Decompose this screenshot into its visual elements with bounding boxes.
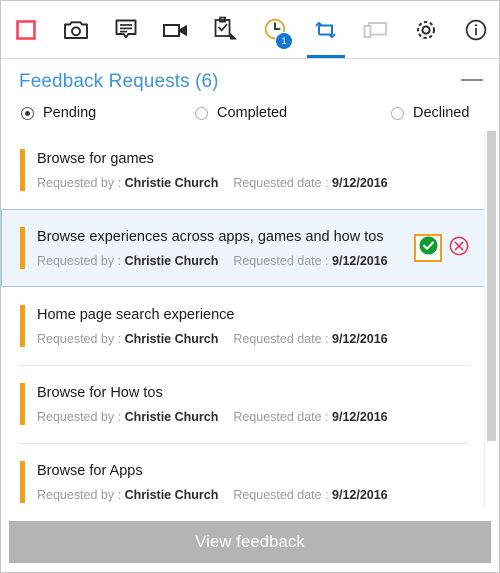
toolbar-group-testing: 1 <box>201 1 351 58</box>
stop-recording-button[interactable] <box>1 1 51 58</box>
list-scrollbar[interactable] <box>484 131 498 508</box>
request-title: Browse for Apps <box>37 462 143 479</box>
list-item-body: Browse experiences across apps, games an… <box>37 229 414 268</box>
accept-request-button[interactable] <box>414 234 442 262</box>
accent-bar-icon <box>20 227 25 269</box>
pending-count-badge: 1 <box>275 32 293 50</box>
gear-icon <box>413 17 439 43</box>
toolbar-group-settings <box>351 1 451 58</box>
requested-date-value: 9/12/2016 <box>332 331 388 346</box>
scrollbar-thumb[interactable] <box>487 131 496 441</box>
test-case-button[interactable] <box>201 1 251 58</box>
requested-date-label: Requested date : <box>233 331 329 346</box>
filter-declined[interactable]: Declined <box>391 105 469 121</box>
requested-by-label: Requested by : <box>37 175 122 190</box>
view-feedback-button[interactable]: View feedback <box>9 521 491 563</box>
feedback-requests-tab[interactable] <box>301 1 351 58</box>
video-camera-icon <box>162 20 190 40</box>
status-filter-group: Pending Completed Declined <box>19 105 483 121</box>
requested-date-value: 9/12/2016 <box>332 409 388 424</box>
list-item[interactable]: Browse for games Requested by : Christie… <box>1 131 485 209</box>
screenshot-button[interactable] <box>51 1 101 58</box>
toolbar: 1 <box>1 1 499 59</box>
filter-completed-label: Completed <box>217 105 288 121</box>
request-meta: Requested by : Christie Church Requested… <box>37 176 474 190</box>
request-title: Home page search experience <box>37 306 235 323</box>
filter-pending-label: Pending <box>43 105 97 121</box>
radio-pending-icon <box>21 106 34 120</box>
comment-icon <box>114 18 138 42</box>
requested-date-value: 9/12/2016 <box>332 487 388 502</box>
camera-icon <box>63 19 89 41</box>
sync-arrows-icon <box>313 18 339 42</box>
feedback-requests-window: 1 Feedback Requests (6) Pending Complete… <box>0 0 500 573</box>
toolbar-group-capture <box>51 1 201 58</box>
panel-header: Feedback Requests (6) Pending Completed … <box>1 59 499 121</box>
request-title: Browse for How tos <box>37 384 163 401</box>
list-item-actions <box>414 234 474 262</box>
accent-bar-icon <box>20 383 25 425</box>
request-meta: Requested by : Christie Church Requested… <box>37 410 474 424</box>
pending-items-button[interactable]: 1 <box>251 1 301 58</box>
filter-declined-label: Declined <box>413 105 470 121</box>
info-button[interactable] <box>451 1 499 58</box>
filter-pending[interactable]: Pending <box>21 105 195 121</box>
info-icon <box>463 17 489 43</box>
check-circle-icon <box>419 236 438 260</box>
requested-by-label: Requested by : <box>37 331 122 346</box>
list-item-body: Browse for Apps Requested by : Christie … <box>37 463 474 502</box>
accent-bar-icon <box>20 461 25 503</box>
record-video-button[interactable] <box>151 1 201 58</box>
toolbar-group-stop <box>1 1 51 58</box>
accent-bar-icon <box>20 149 25 191</box>
page-title: Feedback Requests (6) <box>19 71 219 92</box>
requested-date-label: Requested date : <box>233 487 329 502</box>
requested-by-value: Christie Church <box>124 409 219 424</box>
list-item[interactable]: Home page search experience Requested by… <box>1 287 485 365</box>
accent-bar-icon <box>20 305 25 347</box>
requested-date-value: 9/12/2016 <box>332 175 388 190</box>
request-title: Browse for games <box>37 150 154 167</box>
stop-recording-icon <box>15 19 37 41</box>
request-meta: Requested by : Christie Church Requested… <box>37 254 414 268</box>
request-meta: Requested by : Christie Church Requested… <box>37 488 474 502</box>
comment-button[interactable] <box>101 1 151 58</box>
requested-by-value: Christie Church <box>124 487 219 502</box>
request-title: Browse experiences across apps, games an… <box>37 228 384 245</box>
radio-completed-icon <box>195 106 208 120</box>
filter-completed[interactable]: Completed <box>195 105 391 121</box>
devices-button[interactable] <box>351 1 401 58</box>
requested-date-value: 9/12/2016 <box>332 253 388 268</box>
list-item[interactable]: Browse experiences across apps, games an… <box>1 209 485 287</box>
toolbar-group-info <box>451 1 499 58</box>
close-circle-icon <box>449 236 469 261</box>
requested-by-value: Christie Church <box>124 253 219 268</box>
requested-by-label: Requested by : <box>37 409 122 424</box>
requested-date-label: Requested date : <box>233 175 329 190</box>
requested-by-label: Requested by : <box>37 253 122 268</box>
list-item[interactable]: Browse for How tos Requested by : Christ… <box>1 365 485 443</box>
settings-button[interactable] <box>401 1 451 58</box>
clipboard-check-icon <box>211 15 241 45</box>
requested-date-label: Requested date : <box>233 253 329 268</box>
list-item-body: Browse for How tos Requested by : Christ… <box>37 385 474 424</box>
requested-by-label: Requested by : <box>37 487 122 502</box>
requested-date-label: Requested date : <box>233 409 329 424</box>
screen-devices-icon <box>362 19 390 41</box>
feedback-request-list-container: Browse for games Requested by : Christie… <box>1 131 499 508</box>
list-item-body: Home page search experience Requested by… <box>37 307 474 346</box>
decline-request-button[interactable] <box>448 236 470 261</box>
minimize-button[interactable] <box>461 79 483 81</box>
feedback-request-list: Browse for games Requested by : Christie… <box>1 131 485 508</box>
list-item[interactable]: Browse for Apps Requested by : Christie … <box>1 443 485 508</box>
requested-by-value: Christie Church <box>124 175 219 190</box>
requested-by-value: Christie Church <box>124 331 219 346</box>
list-item-body: Browse for games Requested by : Christie… <box>37 151 474 190</box>
radio-declined-icon <box>391 106 404 120</box>
request-meta: Requested by : Christie Church Requested… <box>37 332 474 346</box>
